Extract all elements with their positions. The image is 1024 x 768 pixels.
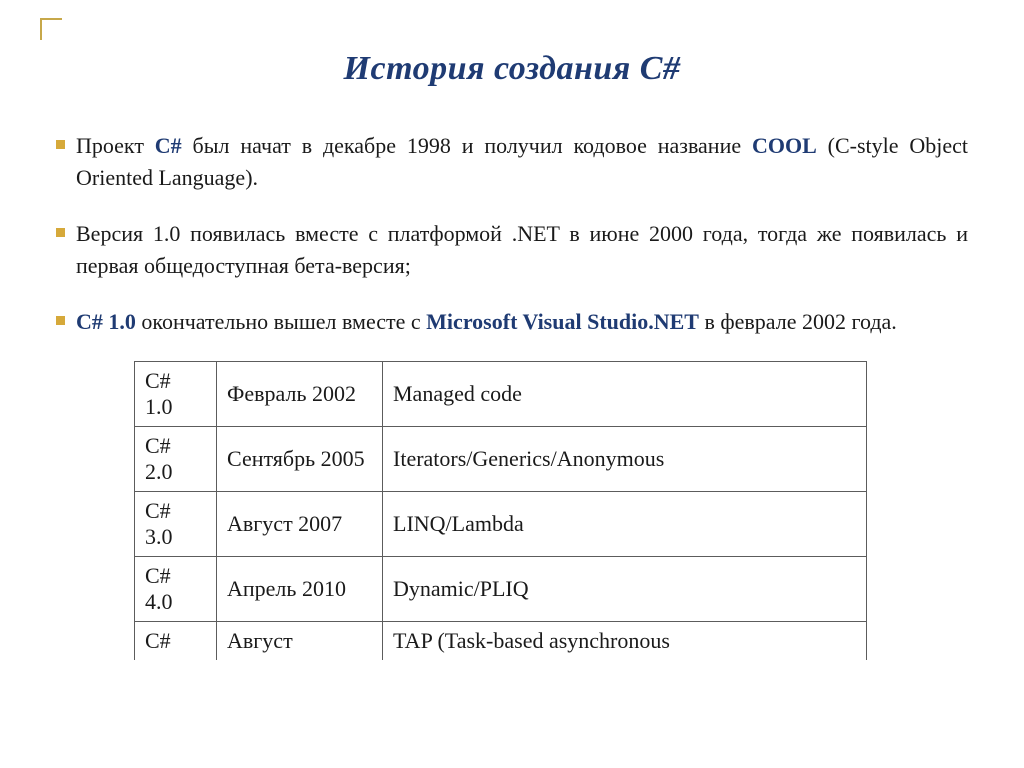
table-row: C#АвгустTAP (Task-based asynchronous [135,622,867,661]
cell-date: Февраль 2002 [217,362,383,427]
cell-version: C# 1.0 [135,362,217,427]
highlight-text: Microsoft Visual Studio.NET [426,309,699,334]
cell-features: Dynamic/PLIQ [383,557,867,622]
cell-date: Август 2007 [217,492,383,557]
versions-table: C# 1.0Февраль 2002Managed codeC# 2.0Сент… [134,361,867,660]
body-text: окончательно вышел вместе с [136,309,426,334]
cell-date: Август [217,622,383,661]
bullet-item: Версия 1.0 появилась вместе с платформой… [56,218,968,282]
cell-date: Апрель 2010 [217,557,383,622]
cell-version: C# [135,622,217,661]
body-text: был начат в декабре 1998 и получил кодов… [182,133,752,158]
bullet-item: C# 1.0 окончательно вышел вместе с Micro… [56,306,968,338]
bullet-list: Проект C# был начат в декабре 1998 и пол… [56,130,968,337]
cell-features: Iterators/Generics/Anonymous [383,427,867,492]
cell-date: Сентябрь 2005 [217,427,383,492]
cell-features: Managed code [383,362,867,427]
slide-page: История создания С# Проект C# был начат … [0,0,1024,660]
cell-version: C# 2.0 [135,427,217,492]
cell-version: C# 3.0 [135,492,217,557]
table-row: C# 3.0Август 2007LINQ/Lambda [135,492,867,557]
table-row: C# 2.0Сентябрь 2005Iterators/Generics/An… [135,427,867,492]
cell-features: TAP (Task-based asynchronous [383,622,867,661]
bullet-item: Проект C# был начат в декабре 1998 и пол… [56,130,968,194]
page-title: История создания С# [56,50,968,88]
body-text: в феврале 2002 года. [699,309,897,334]
highlight-text: C# 1.0 [76,309,136,334]
decorative-corner [40,18,62,40]
table-row: C# 1.0Февраль 2002Managed code [135,362,867,427]
highlight-text: COOL [752,133,817,158]
table-row: C# 4.0Апрель 2010Dynamic/PLIQ [135,557,867,622]
body-text: Версия 1.0 появилась вместе с платформой… [76,221,968,278]
cell-features: LINQ/Lambda [383,492,867,557]
body-text: Проект [76,133,155,158]
highlight-text: C# [155,133,182,158]
cell-version: C# 4.0 [135,557,217,622]
